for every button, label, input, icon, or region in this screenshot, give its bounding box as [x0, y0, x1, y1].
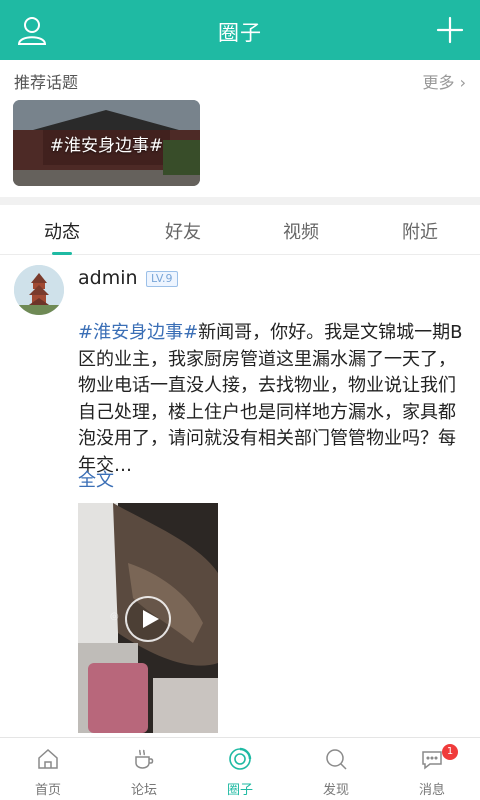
discover-icon: [326, 749, 347, 770]
message-icon: [422, 751, 442, 770]
feed-tabs: 动态 好友 视频 附近: [0, 205, 480, 255]
tab-dynamic[interactable]: 动态: [2, 218, 122, 244]
section-divider: [0, 197, 480, 205]
home-icon: [38, 748, 58, 769]
nav-discover[interactable]: 发现: [288, 738, 384, 800]
plus-icon[interactable]: [434, 14, 466, 46]
tab-nearby[interactable]: 附近: [360, 218, 480, 244]
post-body: 新闻哥，你好。我是文锦城一期B区的业主，我家厨房管道这里漏水漏了一天了，物业电话…: [78, 322, 463, 476]
active-tab-indicator: [52, 252, 72, 255]
recommended-topics-header: 推荐话题 更多 ›: [0, 62, 480, 96]
play-icon: [143, 610, 159, 628]
post-username[interactable]: admin: [78, 267, 138, 289]
tab-videos[interactable]: 视频: [241, 218, 361, 244]
nav-home[interactable]: 首页: [0, 738, 96, 800]
nav-discover-label: 发现: [322, 783, 349, 798]
nav-forum[interactable]: 论坛: [96, 738, 192, 800]
unread-badge: 1: [442, 744, 458, 760]
top-bar: 圈子: [0, 0, 480, 60]
video-watermark: ◎: [110, 611, 119, 622]
more-link[interactable]: 更多 ›: [422, 69, 466, 93]
nav-home-label: 首页: [34, 783, 61, 798]
chevron-right-icon: ›: [459, 73, 466, 92]
full-text-link[interactable]: 全文: [78, 466, 114, 492]
tab-friends[interactable]: 好友: [123, 218, 243, 244]
post-hashtag[interactable]: #淮安身边事#: [78, 322, 198, 343]
video-thumbnail[interactable]: ◎: [78, 503, 218, 733]
topic-card[interactable]: #淮安身边事#: [13, 100, 200, 186]
level-badge: LV.9: [146, 271, 178, 287]
nav-messages[interactable]: 1 消息: [384, 738, 480, 800]
post-content: #淮安身边事#新闻哥，你好。我是文锦城一期B区的业主，我家厨房管道这里漏水漏了一…: [78, 320, 470, 479]
play-button[interactable]: [125, 596, 171, 642]
nav-forum-label: 论坛: [130, 783, 157, 798]
nav-messages-label: 消息: [418, 783, 445, 798]
nav-circle[interactable]: 圈子: [192, 738, 288, 800]
section-label: 推荐话题: [14, 73, 79, 92]
bottom-navigation: 首页 论坛 圈子 发现 1 消息: [0, 737, 480, 800]
nav-circle-label: 圈子: [226, 783, 253, 798]
circle-icon: [229, 747, 252, 770]
page-title: 圈子: [218, 21, 262, 45]
topic-label: #淮安身边事#: [49, 136, 164, 156]
avatar[interactable]: [14, 265, 64, 315]
cup-icon: [135, 749, 154, 769]
